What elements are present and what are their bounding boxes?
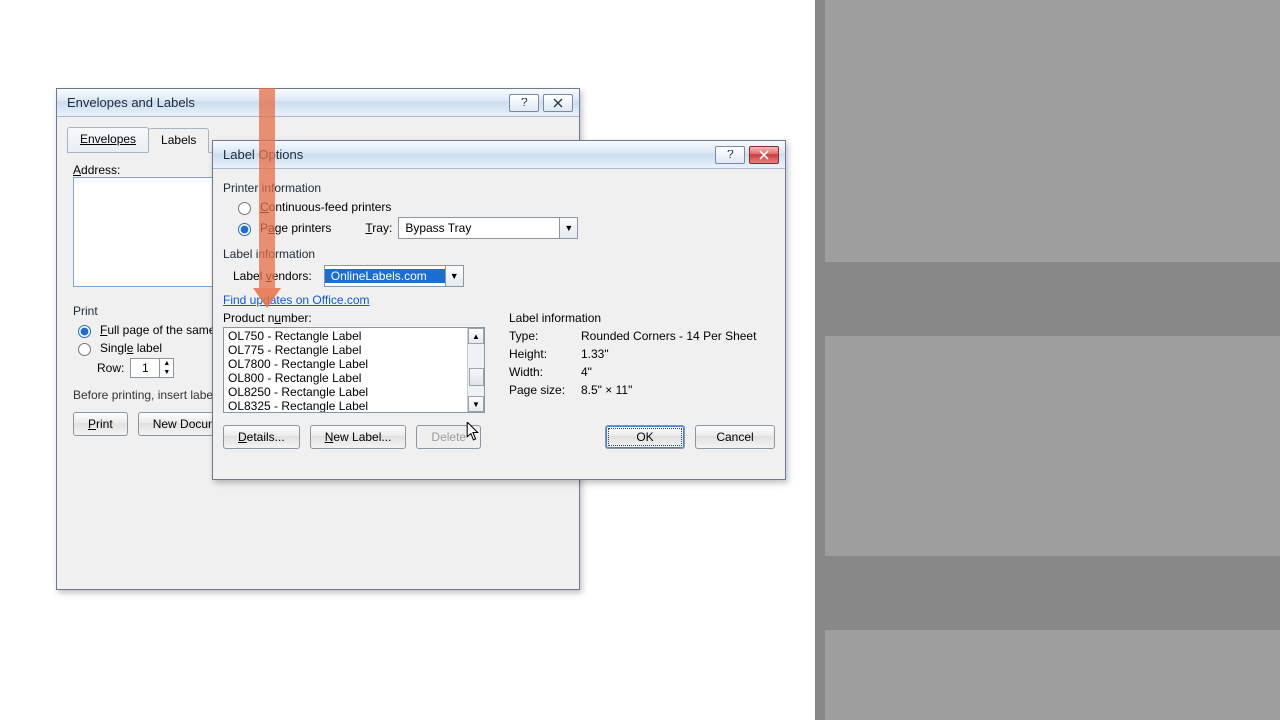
- chevron-down-icon[interactable]: ▼: [445, 266, 463, 286]
- print-button[interactable]: Print: [73, 412, 128, 436]
- list-item[interactable]: OL750 - Rectangle Label: [228, 329, 462, 343]
- page-size-label: Page size:: [509, 383, 581, 397]
- vendor-select[interactable]: OnlineLabels.com ▼: [324, 265, 464, 287]
- radio-page-printers[interactable]: Page printers: [233, 220, 331, 236]
- vendor-value: OnlineLabels.com: [325, 269, 445, 283]
- width-label: Width:: [509, 365, 581, 379]
- new-label-button[interactable]: New Label...: [310, 425, 407, 449]
- cancel-button[interactable]: Cancel: [695, 425, 775, 449]
- list-item[interactable]: OL8250 - Rectangle Label: [228, 385, 462, 399]
- list-item[interactable]: OL8325 - Rectangle Label: [228, 399, 462, 412]
- vendors-label: Label vendors:: [233, 269, 312, 283]
- row-down[interactable]: ▼: [159, 368, 173, 377]
- scrollbar[interactable]: ▲ ▼: [467, 328, 484, 412]
- tray-label: Tray:: [365, 221, 392, 235]
- type-value: Rounded Corners - 14 Per Sheet: [581, 329, 775, 343]
- background-panel: [815, 0, 1280, 720]
- details-button[interactable]: Details...: [223, 425, 300, 449]
- svg-text:?: ?: [727, 150, 734, 160]
- printer-info-title: Printer information: [223, 181, 775, 195]
- width-value: 4": [581, 365, 775, 379]
- label-options-dialog: Label Options ? Printer information Cont…: [212, 140, 786, 480]
- tray-value: Bypass Tray: [399, 221, 559, 235]
- tab-labels[interactable]: Labels: [148, 128, 209, 153]
- row-input[interactable]: [131, 359, 159, 377]
- label-info-subtitle: Label information: [509, 311, 775, 325]
- list-item[interactable]: OL775 - Rectangle Label: [228, 343, 462, 357]
- titlebar: Envelopes and Labels ?: [57, 89, 579, 117]
- help-button[interactable]: ?: [509, 94, 539, 112]
- row-label: Row:: [97, 361, 124, 375]
- product-number-label: Product number:: [223, 311, 485, 325]
- svg-text:?: ?: [521, 98, 528, 108]
- close-button[interactable]: [749, 146, 779, 164]
- scroll-up-button[interactable]: ▲: [468, 328, 484, 344]
- list-item[interactable]: OL800 - Rectangle Label: [228, 371, 462, 385]
- updates-link[interactable]: Find updates on Office.com: [223, 293, 370, 307]
- row-stepper[interactable]: ▲▼: [130, 358, 174, 378]
- delete-button: Delete: [416, 425, 481, 449]
- row-up[interactable]: ▲: [159, 359, 173, 368]
- titlebar: Label Options ?: [213, 141, 785, 169]
- page-size-value: 8.5" × 11": [581, 383, 775, 397]
- scroll-thumb[interactable]: [469, 368, 484, 386]
- close-button[interactable]: [543, 94, 573, 112]
- height-value: 1.33": [581, 347, 775, 361]
- dialog-title: Envelopes and Labels: [67, 95, 505, 110]
- tray-select[interactable]: Bypass Tray ▼: [398, 217, 578, 239]
- scroll-down-button[interactable]: ▼: [468, 396, 484, 412]
- type-label: Type:: [509, 329, 581, 343]
- product-listbox[interactable]: OL750 - Rectangle LabelOL775 - Rectangle…: [223, 327, 485, 413]
- chevron-down-icon[interactable]: ▼: [559, 218, 577, 238]
- list-item[interactable]: OL7800 - Rectangle Label: [228, 357, 462, 371]
- help-button[interactable]: ?: [715, 146, 745, 164]
- height-label: Height:: [509, 347, 581, 361]
- radio-continuous[interactable]: Continuous-feed printers: [233, 199, 775, 215]
- tab-envelopes[interactable]: Envelopes: [67, 127, 149, 152]
- label-info-title: Label information: [223, 247, 775, 261]
- dialog-title: Label Options: [223, 147, 711, 162]
- ok-button[interactable]: OK: [605, 425, 685, 449]
